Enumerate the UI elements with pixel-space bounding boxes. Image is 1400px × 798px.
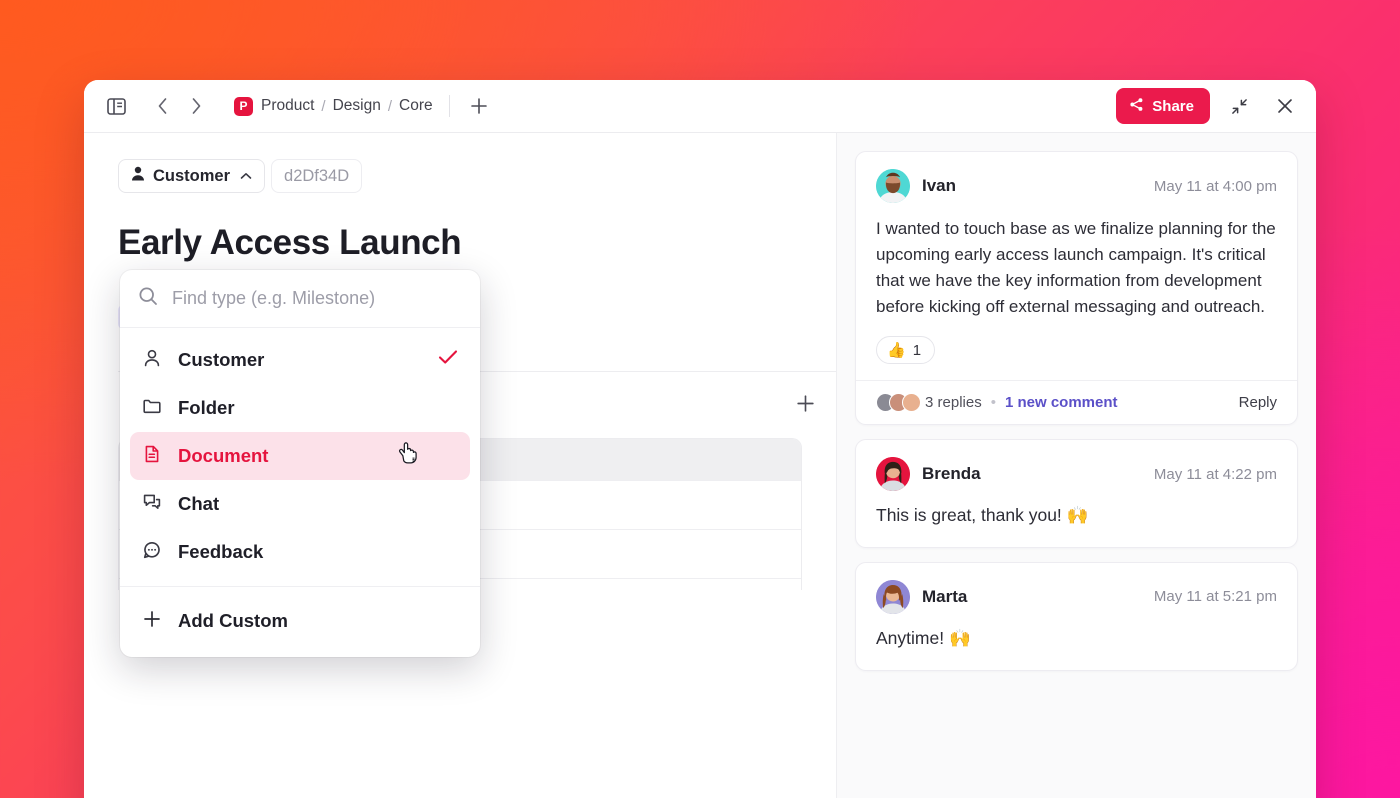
person-icon: [131, 166, 145, 186]
comment-card: Brenda May 11 at 4:22 pm This is great, …: [855, 439, 1298, 548]
dropdown-item-label: Document: [178, 445, 268, 467]
separator-dot: •: [991, 394, 996, 411]
sidebar-panel-icon[interactable]: [100, 90, 132, 122]
dropdown-item-document[interactable]: Document: [130, 432, 470, 480]
breadcrumb-separator: /: [388, 98, 392, 115]
breadcrumb-separator: /: [321, 98, 325, 115]
dropdown-item-folder[interactable]: Folder: [130, 384, 470, 432]
dropdown-item-label: Folder: [178, 397, 235, 419]
app-window: P Product / Design / Core: [84, 80, 1316, 798]
comment-text: I wanted to touch base as we finalize pl…: [876, 216, 1277, 320]
comment-body: Marta May 11 at 5:21 pm Anytime! 🙌: [856, 563, 1297, 670]
comment-footer: 3 replies • 1 new comment Reply: [856, 380, 1297, 424]
dropdown-item-customer[interactable]: Customer: [130, 336, 470, 384]
add-subtask-button[interactable]: [795, 392, 816, 419]
close-x-icon[interactable]: [1268, 89, 1302, 123]
dropdown-item-label: Feedback: [178, 541, 263, 563]
titlebar-divider: [449, 95, 450, 117]
chip-row: Customer d2Df34D: [118, 159, 836, 193]
type-selector-chip[interactable]: Customer: [118, 159, 265, 193]
replies-count[interactable]: 3 replies: [925, 394, 982, 411]
comment-text: This is great, thank you! 🙌: [876, 502, 1277, 529]
dropdown-footer: Add Custom: [120, 586, 480, 657]
dropdown-item-list: Customer Folder: [120, 328, 480, 586]
pointing-hand-cursor: [394, 441, 424, 476]
comment-author: Marta: [922, 587, 967, 607]
breadcrumb-item-product[interactable]: Product: [261, 97, 314, 115]
comment-card: Marta May 11 at 5:21 pm Anytime! 🙌: [855, 562, 1298, 671]
titlebar-actions: Share: [1116, 88, 1302, 124]
comment-text: Anytime! 🙌: [876, 625, 1277, 652]
dropdown-item-chat[interactable]: Chat: [130, 480, 470, 528]
breadcrumb: P Product / Design / Core: [234, 97, 433, 116]
comment-timestamp: May 11 at 4:00 pm: [1154, 178, 1277, 195]
comments-pane[interactable]: Ivan May 11 at 4:00 pm I wanted to touch…: [836, 133, 1316, 798]
breadcrumb-item-design[interactable]: Design: [333, 97, 381, 115]
avatar: [902, 393, 921, 412]
comment-author: Ivan: [922, 176, 956, 196]
type-selector-label: Customer: [153, 167, 230, 186]
person-icon: [142, 348, 162, 373]
page-title: Early Access Launch: [118, 223, 836, 263]
add-custom-label: Add Custom: [178, 610, 288, 632]
reply-avatar-stack: [876, 393, 915, 412]
folder-icon: [142, 396, 162, 421]
collapse-arrows-icon[interactable]: [1222, 89, 1256, 123]
breadcrumb-item-core[interactable]: Core: [399, 97, 433, 115]
reaction-count: 1: [913, 342, 921, 359]
add-tab-button[interactable]: [464, 91, 494, 121]
add-custom-button[interactable]: Add Custom: [130, 597, 470, 645]
search-input[interactable]: [172, 288, 462, 309]
comment-header: Ivan May 11 at 4:00 pm: [876, 169, 1277, 203]
comment-timestamp: May 11 at 5:21 pm: [1154, 588, 1277, 605]
chevron-up-icon: [240, 169, 252, 183]
comment-body: Ivan May 11 at 4:00 pm I wanted to touch…: [856, 152, 1297, 380]
nav-arrows: [146, 90, 212, 122]
dropdown-search-row: [120, 270, 480, 328]
avatar[interactable]: [876, 457, 910, 491]
chevron-left-icon[interactable]: [146, 90, 178, 122]
plus-icon: [142, 609, 162, 634]
avatar[interactable]: [876, 580, 910, 614]
reply-button[interactable]: Reply: [1239, 394, 1277, 411]
new-comment-link[interactable]: 1 new comment: [1005, 394, 1118, 411]
comment-body: Brenda May 11 at 4:22 pm This is great, …: [856, 440, 1297, 547]
share-button-label: Share: [1152, 98, 1194, 115]
thumbs-up-icon: 👍: [887, 341, 906, 359]
type-dropdown-menu: Customer Folder: [120, 270, 480, 657]
share-nodes-icon: [1129, 97, 1144, 116]
record-id-chip[interactable]: d2Df34D: [271, 159, 362, 193]
chat-bubbles-icon: [142, 492, 162, 517]
chevron-right-icon[interactable]: [180, 90, 212, 122]
share-button[interactable]: Share: [1116, 88, 1210, 124]
feedback-bubble-icon: [142, 540, 162, 565]
titlebar: P Product / Design / Core: [84, 80, 1316, 133]
window-body: Customer d2Df34D Early Access Launch Mar…: [84, 133, 1316, 798]
document-icon: [142, 444, 162, 469]
comment-header: Marta May 11 at 5:21 pm: [876, 580, 1277, 614]
workspace-logo-icon: P: [234, 97, 253, 116]
comment-timestamp: May 11 at 4:22 pm: [1154, 466, 1277, 483]
check-icon: [438, 349, 458, 371]
dropdown-item-label: Customer: [178, 349, 264, 371]
dropdown-item-feedback[interactable]: Feedback: [130, 528, 470, 576]
main-content-pane: Customer d2Df34D Early Access Launch Mar…: [84, 133, 836, 798]
dropdown-item-label: Chat: [178, 493, 219, 515]
comment-author: Brenda: [922, 464, 981, 484]
avatar[interactable]: [876, 169, 910, 203]
reaction-thumbs-up[interactable]: 👍 1: [876, 336, 935, 364]
comment-header: Brenda May 11 at 4:22 pm: [876, 457, 1277, 491]
search-icon: [138, 286, 158, 311]
comment-card: Ivan May 11 at 4:00 pm I wanted to touch…: [855, 151, 1298, 425]
